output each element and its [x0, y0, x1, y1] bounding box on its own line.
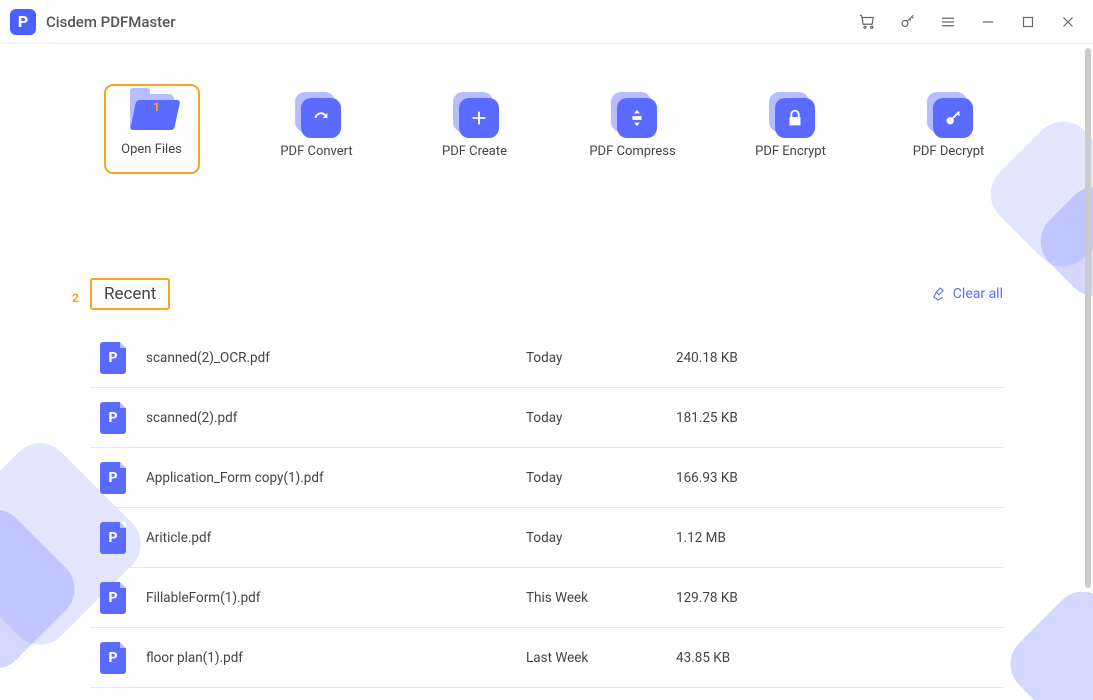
file-date: This Week — [526, 590, 676, 606]
file-size: 129.78 KB — [676, 590, 796, 606]
file-date: Today — [526, 530, 676, 546]
pdf-compress-button[interactable]: PDF Compress — [598, 90, 668, 168]
file-date: Today — [526, 350, 676, 366]
pdf-file-icon: P — [100, 642, 126, 674]
action-label: PDF Create — [442, 144, 507, 159]
action-label: PDF Compress — [589, 144, 675, 159]
file-size: 240.18 KB — [676, 350, 796, 366]
action-label: PDF Convert — [280, 144, 352, 159]
recent-title-highlight: Recent — [90, 278, 170, 310]
file-name: scanned(2)_OCR.pdf — [146, 350, 526, 366]
pdf-file-icon: P — [100, 342, 126, 374]
broom-icon — [931, 286, 947, 302]
close-button[interactable] — [1057, 11, 1079, 33]
action-row: Open Files PDF Convert PDF Create — [0, 44, 1093, 168]
recent-file-list: P scanned(2)_OCR.pdf Today 240.18 KB P s… — [90, 328, 1003, 688]
recent-title: Recent — [104, 284, 156, 304]
menu-icon[interactable] — [937, 11, 959, 33]
maximize-button[interactable] — [1017, 11, 1039, 33]
pdf-encrypt-button[interactable]: PDF Encrypt — [756, 90, 826, 168]
file-date: Last Week — [526, 650, 676, 666]
file-date: Today — [526, 470, 676, 486]
action-label: PDF Encrypt — [755, 144, 826, 159]
annotation-number-2: 2 — [72, 291, 79, 305]
file-row[interactable]: P FillableForm(1).pdf This Week 129.78 K… — [90, 568, 1003, 628]
action-label: Open Files — [121, 142, 182, 157]
file-size: 166.93 KB — [676, 470, 796, 486]
file-row[interactable]: P Ariticle.pdf Today 1.12 MB — [90, 508, 1003, 568]
compress-icon — [617, 98, 657, 138]
minimize-button[interactable] — [977, 11, 999, 33]
scrollbar[interactable] — [1085, 48, 1091, 588]
app-logo: P — [10, 9, 36, 35]
key-glyph-icon — [933, 98, 973, 138]
file-size: 181.25 KB — [676, 410, 796, 426]
clear-all-label: Clear all — [953, 286, 1003, 302]
clear-all-button[interactable]: Clear all — [931, 286, 1003, 302]
file-size: 43.85 KB — [676, 650, 796, 666]
file-name: FillableForm(1).pdf — [146, 590, 526, 606]
file-name: Ariticle.pdf — [146, 530, 526, 546]
file-size: 1.12 MB — [676, 530, 796, 546]
pdf-file-icon: P — [100, 522, 126, 554]
cart-icon[interactable] — [857, 11, 879, 33]
pdf-file-icon: P — [100, 582, 126, 614]
key-icon[interactable] — [897, 11, 919, 33]
annotation-number-1: 1 — [153, 100, 160, 114]
recent-section: Recent Clear all P scanned(2)_OCR.pdf To… — [0, 278, 1093, 688]
titlebar: P Cisdem PDFMaster — [0, 0, 1093, 44]
pdf-create-button[interactable]: PDF Create — [440, 90, 510, 168]
content-area: 1 Open Files PDF Convert — [0, 44, 1093, 700]
file-name: Application_Form copy(1).pdf — [146, 470, 526, 486]
file-row[interactable]: P scanned(2).pdf Today 181.25 KB — [90, 388, 1003, 448]
folder-icon — [127, 92, 177, 136]
pdf-decrypt-button[interactable]: PDF Decrypt — [914, 90, 984, 168]
action-label: PDF Decrypt — [913, 144, 985, 159]
file-name: scanned(2).pdf — [146, 410, 526, 426]
file-row[interactable]: P floor plan(1).pdf Last Week 43.85 KB — [90, 628, 1003, 688]
app-title: Cisdem PDFMaster — [46, 13, 176, 31]
file-name: floor plan(1).pdf — [146, 650, 526, 666]
open-files-button[interactable]: Open Files — [110, 90, 194, 168]
lock-icon — [775, 98, 815, 138]
titlebar-controls — [857, 11, 1079, 33]
file-date: Today — [526, 410, 676, 426]
pdf-file-icon: P — [100, 402, 126, 434]
recent-header: Recent Clear all — [90, 278, 1003, 310]
convert-icon — [301, 98, 341, 138]
pdf-file-icon: P — [100, 462, 126, 494]
file-row[interactable]: P scanned(2)_OCR.pdf Today 240.18 KB — [90, 328, 1003, 388]
file-row[interactable]: P Application_Form copy(1).pdf Today 166… — [90, 448, 1003, 508]
pdf-convert-button[interactable]: PDF Convert — [282, 90, 352, 168]
plus-icon — [459, 98, 499, 138]
